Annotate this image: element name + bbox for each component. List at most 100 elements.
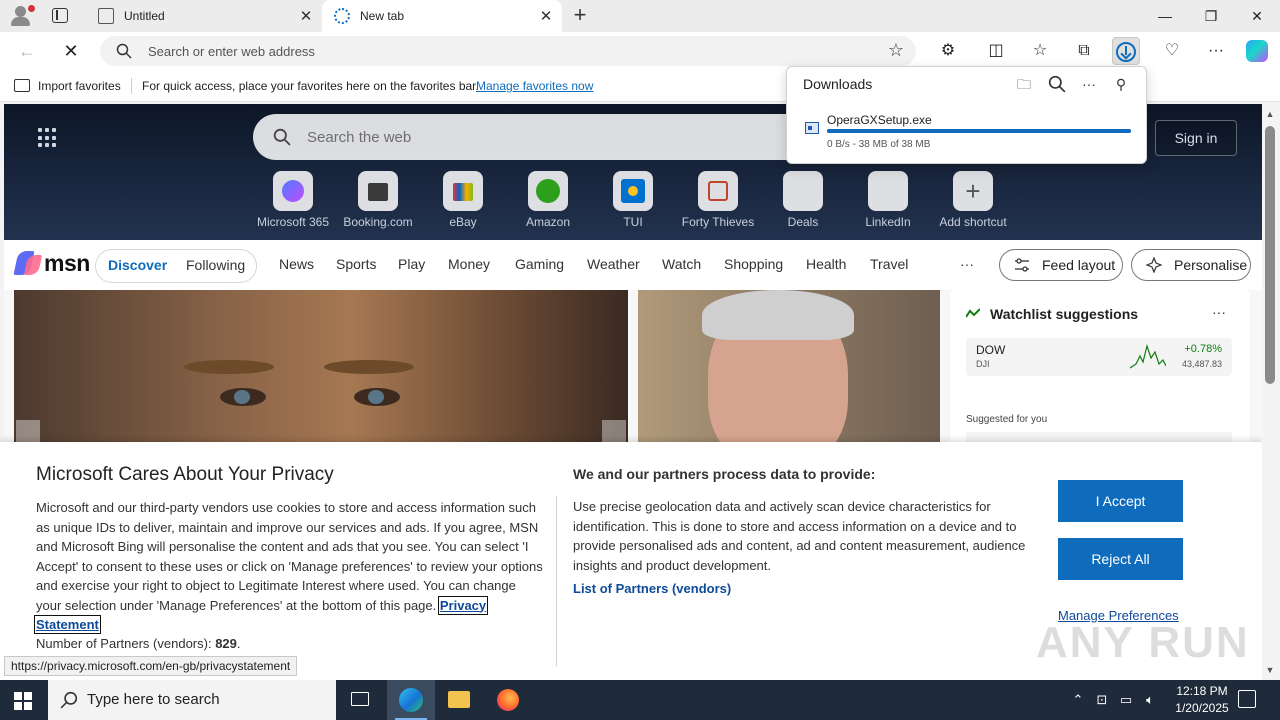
tab-new-tab[interactable]: New tab ✕ [322, 0, 562, 32]
shortcut-ebay[interactable]: eBay [423, 171, 503, 229]
task-view-icon[interactable] [336, 680, 384, 720]
tab-discover[interactable]: Discover [97, 252, 173, 280]
shortcut-microsoft-365[interactable]: Microsoft 365 [253, 171, 333, 229]
extensions-icon[interactable]: ⚙ [934, 37, 962, 65]
category-news[interactable]: News [279, 256, 314, 272]
taskbar-search-placeholder: Type here to search [87, 691, 220, 708]
category-watch[interactable]: Watch [662, 256, 701, 272]
app-launcher-icon[interactable] [38, 128, 58, 148]
category-gaming[interactable]: Gaming [515, 256, 564, 272]
system-clock[interactable]: 12:18 PM 1/20/2025 [1166, 683, 1238, 717]
more-categories-icon[interactable]: ··· [960, 256, 974, 272]
manage-favorites-link[interactable]: Manage favorites now [476, 79, 593, 93]
sliders-icon [1015, 258, 1029, 272]
settings-more-icon[interactable]: ··· [1202, 37, 1230, 65]
close-window-button[interactable]: ✕ [1234, 0, 1280, 32]
shortcut-tui[interactable]: TUI [593, 171, 673, 229]
shortcut-linkedin[interactable]: LinkedIn [848, 171, 928, 229]
firefox-icon[interactable] [484, 680, 532, 720]
page-scrollbar[interactable]: ▲ ▼ [1262, 104, 1278, 680]
walmart-spark-icon [613, 171, 653, 211]
collections-icon[interactable]: ⧉ [1070, 37, 1098, 65]
scroll-thumb[interactable] [1265, 126, 1275, 384]
category-money[interactable]: Money [448, 256, 490, 272]
windows-start-icon[interactable] [14, 692, 32, 710]
watchlist-card: Watchlist suggestions ··· DOW DJI +0.78%… [950, 290, 1250, 450]
sparkline [1130, 343, 1166, 369]
shortcut-deals[interactable]: Deals [763, 171, 843, 229]
tab-untitled[interactable]: Untitled ✕ [84, 0, 322, 32]
taskbar-search-box[interactable]: Type here to search [48, 680, 336, 720]
new-tab-button[interactable]: + [568, 4, 592, 28]
import-favorites-button[interactable]: Import favorites [38, 79, 121, 93]
import-icon [14, 79, 30, 92]
tab-following[interactable]: Following [186, 257, 245, 273]
favorites-icon[interactable]: ☆ [1026, 37, 1054, 65]
web-search-box[interactable] [253, 114, 813, 160]
taskbar: Type here to search ⌃ ⊡ ▭ 🔈︎ 12:18 PM 1/… [0, 680, 1280, 720]
tab-actions-icon[interactable] [52, 8, 68, 23]
favorite-star-icon[interactable]: ☆ [888, 40, 904, 61]
address-bar[interactable]: ☆ [100, 36, 916, 66]
pin-icon[interactable]: ⚲ [1112, 75, 1130, 93]
more-options-icon[interactable]: ··· [1080, 75, 1098, 93]
downloads-button[interactable] [1112, 37, 1140, 65]
msn-butterfly-icon[interactable] [13, 251, 44, 275]
category-sports[interactable]: Sports [336, 256, 376, 272]
feed-layout-button[interactable]: Feed layout [999, 249, 1123, 281]
sign-in-button[interactable]: Sign in [1155, 120, 1237, 156]
show-hidden-icons-icon[interactable]: ⌃ [1070, 691, 1086, 709]
address-input[interactable] [148, 41, 848, 61]
file-icon [805, 122, 819, 134]
shortcut-forty-thieves[interactable]: Forty Thieves [678, 171, 758, 229]
anyrun-watermark: ANY RUN [1036, 618, 1250, 667]
close-tab-icon[interactable]: ✕ [296, 7, 316, 25]
minimize-button[interactable]: — [1142, 0, 1188, 32]
news-card-image[interactable] [638, 290, 940, 450]
reject-all-button[interactable]: Reject All [1058, 538, 1183, 580]
category-travel[interactable]: Travel [870, 256, 908, 272]
profile-avatar-icon[interactable] [8, 4, 35, 28]
edge-taskbar-icon[interactable] [387, 680, 435, 720]
partners-count-text: Number of Partners (vendors): 829. [36, 636, 241, 651]
browser-essentials-icon[interactable]: ♡ [1158, 37, 1186, 65]
scroll-down-icon[interactable]: ▼ [1262, 662, 1278, 678]
personalise-button[interactable]: Personalise [1131, 249, 1251, 281]
back-arrow-icon[interactable]: ← [14, 39, 40, 63]
search-icon [273, 128, 291, 146]
copilot-icon[interactable] [1246, 40, 1268, 62]
split-screen-icon[interactable]: ◫ [982, 37, 1010, 65]
list-of-partners-link[interactable]: List of Partners (vendors) [573, 581, 731, 596]
close-tab-icon[interactable]: ✕ [536, 7, 556, 25]
add-shortcut-button[interactable]: + Add shortcut [933, 171, 1013, 229]
category-health[interactable]: Health [806, 256, 846, 272]
stop-loading-icon[interactable]: ✕ [58, 39, 84, 63]
shortcut-booking[interactable]: Booking.com [338, 171, 418, 229]
volume-icon[interactable]: 🔈︎ [1142, 691, 1158, 709]
accept-button[interactable]: I Accept [1058, 480, 1183, 522]
category-shopping[interactable]: Shopping [724, 256, 783, 272]
stock-change: +0.78% [1184, 343, 1222, 355]
page-icon [98, 8, 114, 24]
download-file-name[interactable]: OperaGXSetup.exe [827, 113, 932, 127]
news-card-image[interactable] [14, 290, 628, 450]
divider [556, 496, 557, 666]
network-device-icon[interactable]: ⊡ [1094, 691, 1110, 709]
stock-row[interactable]: DOW DJI +0.78% 43,487.83 [966, 338, 1232, 376]
quickbooks-icon [528, 171, 568, 211]
web-search-input[interactable] [307, 126, 787, 148]
open-folder-icon[interactable]: 🗀 [1015, 75, 1033, 93]
notifications-icon[interactable] [1238, 690, 1256, 708]
category-weather[interactable]: Weather [587, 256, 640, 272]
network-icon[interactable]: ▭ [1118, 691, 1134, 709]
category-play[interactable]: Play [398, 256, 425, 272]
watchlist-more-icon[interactable]: ··· [1212, 304, 1226, 320]
scroll-up-icon[interactable]: ▲ [1262, 106, 1278, 122]
search-icon[interactable] [1048, 75, 1066, 93]
sparkle-icon [1146, 257, 1162, 273]
tab-strip: Untitled ✕ New tab ✕ + — ❐ ✕ [0, 0, 1280, 32]
file-explorer-icon[interactable] [435, 680, 483, 720]
restore-button[interactable]: ❐ [1188, 0, 1234, 32]
msn-logo-text[interactable]: msn [44, 250, 90, 277]
shortcut-amazon[interactable]: Amazon [508, 171, 588, 229]
